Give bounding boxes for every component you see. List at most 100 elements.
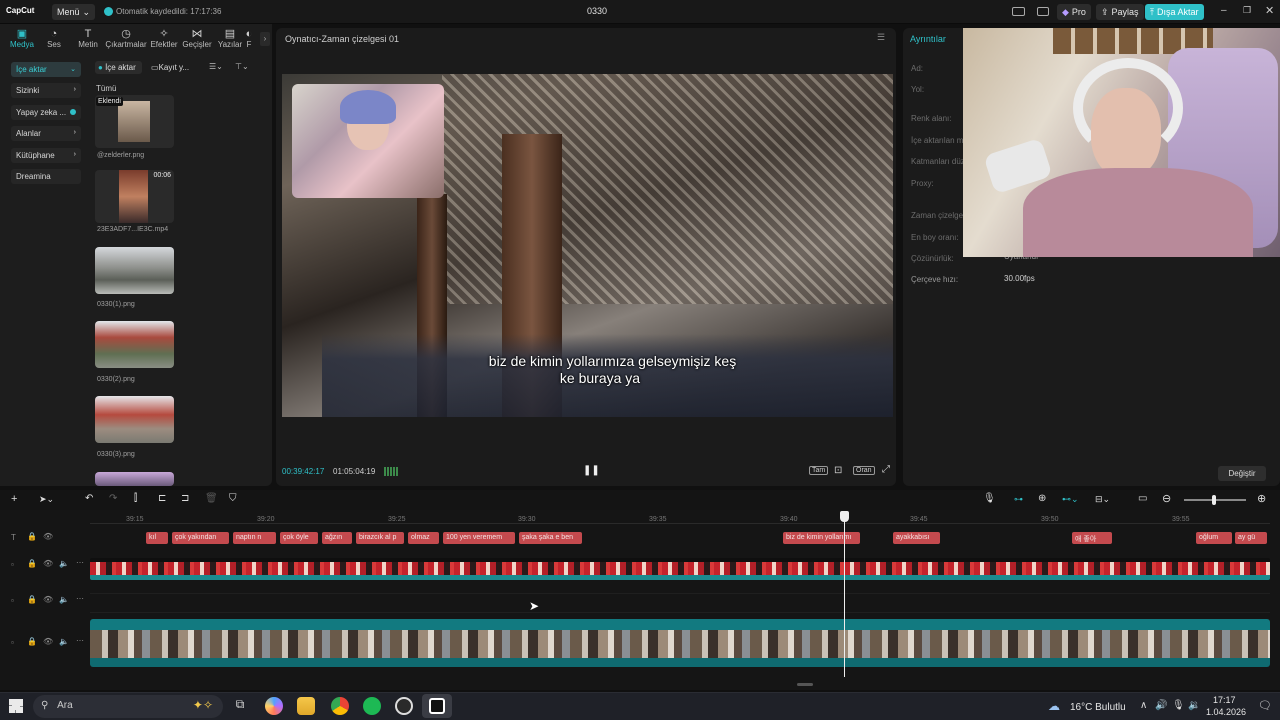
media-thumb-2[interactable]: 00:06 xyxy=(95,170,174,223)
eye-icon[interactable]: 👁 xyxy=(43,637,53,646)
windows-start-icon[interactable] xyxy=(9,699,23,713)
undo-icon[interactable]: ↶ xyxy=(85,493,93,504)
weather-icon[interactable]: ☁ xyxy=(1048,699,1060,713)
mic-icon[interactable]: 🎙 xyxy=(983,493,996,504)
eye-icon[interactable]: 👁 xyxy=(43,559,53,568)
media-thumb-3[interactable] xyxy=(95,247,174,294)
preview-axis-icon[interactable]: ⊷⌄ xyxy=(1062,494,1079,505)
media-thumb-5[interactable] xyxy=(95,396,174,443)
main-video-clip[interactable] xyxy=(90,619,1270,667)
timeline-scrollbar[interactable] xyxy=(797,683,813,686)
subtitle-clip[interactable]: ay gü xyxy=(1235,532,1267,544)
layout-icon[interactable] xyxy=(1012,7,1025,16)
subtitle-clip[interactable]: çok yakından xyxy=(172,532,229,544)
filter-funnel-icon[interactable]: ⊤⌄ xyxy=(235,62,249,71)
split-icon[interactable]: ⫿ xyxy=(134,493,137,504)
pro-button[interactable]: ◆ Pro xyxy=(1057,4,1091,20)
tab-filters[interactable]: ◐ F xyxy=(242,28,256,52)
nav-import[interactable]: İçe aktar ⌄ xyxy=(11,62,81,77)
minimize-icon[interactable]: – xyxy=(1221,5,1227,16)
tray-chevron-icon[interactable]: ∧ xyxy=(1140,700,1147,711)
change-button[interactable]: Değiştir xyxy=(1218,466,1266,481)
weather-text[interactable]: 16°C Bulutlu xyxy=(1070,702,1126,713)
taskbar-search[interactable]: ⚲ Ara ✦✧ xyxy=(33,695,223,718)
lock-icon[interactable]: 🔒 xyxy=(27,559,37,568)
capcut-taskbar-icon[interactable] xyxy=(422,694,452,718)
subtitle-clip[interactable]: ağzın xyxy=(322,532,352,544)
export-button[interactable]: ⤒ Dışa Aktar xyxy=(1145,4,1204,20)
chevron-right-icon[interactable]: › xyxy=(260,32,270,46)
link-icon[interactable]: ⊶ xyxy=(1014,494,1023,505)
player-menu-icon[interactable]: ☰ xyxy=(877,32,885,43)
video-preview[interactable]: biz de kimin yollarımıza gelseymişiz keş… xyxy=(282,74,893,417)
empty-track[interactable] xyxy=(90,593,1270,613)
pause-icon[interactable]: ❚❚ xyxy=(583,465,600,476)
chrome-icon[interactable] xyxy=(331,697,349,715)
eye-icon[interactable]: 👁 xyxy=(43,595,53,604)
subtitle-clip[interactable]: olmaz xyxy=(408,532,439,544)
captions-toggle-icon[interactable]: ▭ xyxy=(1138,493,1147,504)
lock-icon[interactable]: 🔒 xyxy=(27,532,37,541)
subtitle-clip[interactable]: birazcık al p xyxy=(356,532,404,544)
subtitle-clip[interactable]: 100 yen veremem xyxy=(443,532,515,544)
delete-icon[interactable]: 🗑 xyxy=(205,493,218,504)
clock-time[interactable]: 17:17 xyxy=(1213,695,1236,705)
nav-ai[interactable]: Yapay zeka ... xyxy=(11,105,81,120)
aspect-ratio-button[interactable]: Oran xyxy=(853,466,875,475)
subtitle-clip[interactable]: naptın n xyxy=(233,532,276,544)
import-media-button[interactable]: ● İçe aktar xyxy=(95,61,142,74)
media-thumb-6[interactable] xyxy=(95,472,174,486)
sort-icon[interactable]: ☰⌄ xyxy=(209,62,223,71)
trim-left-icon[interactable]: ⊏ xyxy=(158,493,166,504)
clock-date[interactable]: 1.04.2026 xyxy=(1206,707,1246,717)
more-icon[interactable]: ⋯ xyxy=(76,594,84,603)
playhead-handle[interactable] xyxy=(840,511,849,522)
close-icon[interactable]: ✕ xyxy=(1265,4,1274,17)
nav-spaces[interactable]: Alanlar › xyxy=(11,126,81,141)
zoom-in-icon[interactable]: ⊕ xyxy=(1257,492,1266,505)
speaker-icon[interactable]: 🔈 xyxy=(59,559,69,568)
task-view-icon[interactable]: ⧉ xyxy=(231,697,249,715)
zoom-slider-handle[interactable] xyxy=(1212,495,1216,505)
subtitle-clip[interactable]: şaka şaka e ben xyxy=(519,532,582,544)
speaker-icon[interactable]: 🔈 xyxy=(59,637,69,646)
subtitle-clip[interactable]: biz de kimin yollarımı xyxy=(783,532,860,544)
volume-icon[interactable]: 🔊 xyxy=(1155,700,1167,711)
notification-icon[interactable]: 🗨 xyxy=(1258,699,1272,712)
nav-yours[interactable]: Sizinki › xyxy=(11,83,81,98)
tab-transitions[interactable]: ⋈ Geçişler xyxy=(179,28,215,52)
subtitle-clip[interactable]: çok öyle xyxy=(280,532,318,544)
overlay-video-clip[interactable] xyxy=(90,558,1270,580)
copilot-icon[interactable] xyxy=(265,697,283,715)
snapshot-icon[interactable]: ⊡ xyxy=(834,465,842,476)
media-thumb-4[interactable] xyxy=(95,321,174,368)
maximize-icon[interactable]: ❐ xyxy=(1243,5,1251,16)
tab-effects[interactable]: ✧ Efektler xyxy=(146,28,182,52)
lock-icon[interactable]: 🔒 xyxy=(27,595,37,604)
more-icon[interactable]: ⋯ xyxy=(76,636,84,645)
add-icon[interactable]: + xyxy=(11,493,17,505)
expand-icon[interactable]: ⤢ xyxy=(882,464,890,475)
tab-text[interactable]: T Metin xyxy=(70,28,106,52)
menu-button[interactable]: Menü ⌄ xyxy=(52,4,96,20)
subtitle-clip[interactable]: 애 좋아 xyxy=(1072,532,1112,544)
eye-icon[interactable]: 👁 xyxy=(43,532,53,541)
speaker-tray-icon[interactable]: 🔉 xyxy=(1188,700,1200,711)
zoom-slider[interactable] xyxy=(1184,495,1246,505)
nav-library[interactable]: Kütüphane › xyxy=(11,148,81,163)
redo-icon[interactable]: ↷ xyxy=(109,493,117,504)
record-button[interactable]: ▭Kayıt y... xyxy=(149,61,193,74)
subtitle-clip[interactable]: ayakkabısı xyxy=(893,532,940,544)
tab-audio[interactable]: ◔ Ses xyxy=(36,28,72,52)
media-thumb-1[interactable]: Eklendi xyxy=(95,95,174,148)
file-explorer-icon[interactable] xyxy=(297,697,315,715)
zoom-out-icon[interactable]: ⊖ xyxy=(1162,492,1171,505)
select-tool-icon[interactable]: ➤⌄ xyxy=(39,494,54,505)
trim-right-icon[interactable]: ⊐ xyxy=(181,493,189,504)
share-button[interactable]: ⇪ Paylaş xyxy=(1096,4,1144,20)
split-view-icon[interactable]: ⊟⌄ xyxy=(1095,494,1110,505)
spotify-icon[interactable] xyxy=(363,697,381,715)
subtitle-clip[interactable]: kıl xyxy=(146,532,168,544)
obs-icon[interactable] xyxy=(395,697,413,715)
snap-icon[interactable]: ⊕ xyxy=(1038,493,1046,504)
